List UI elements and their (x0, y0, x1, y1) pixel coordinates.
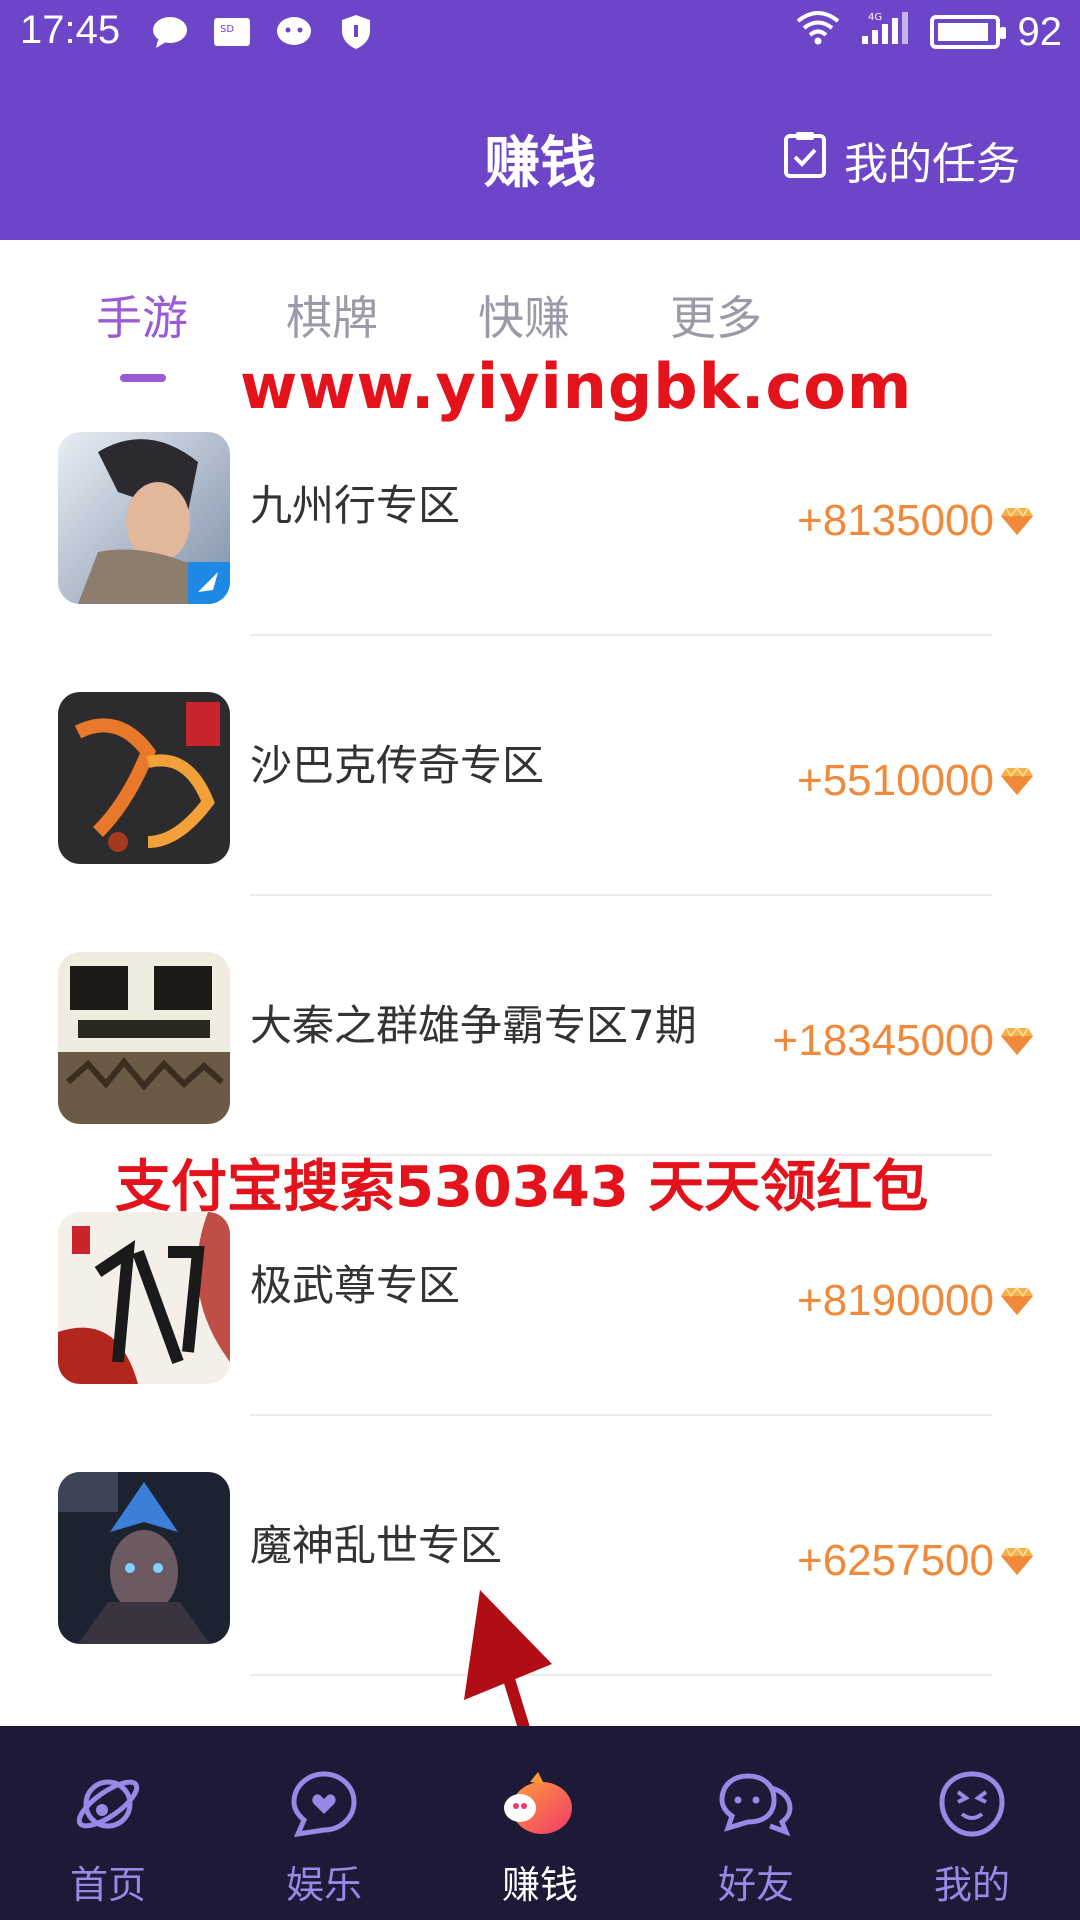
divider (250, 894, 992, 896)
nav-label: 赚钱 (501, 1863, 578, 1907)
wifi-icon (794, 9, 842, 55)
nav-home[interactable]: 首页 (0, 1726, 216, 1920)
tab-board-games[interactable]: 棋牌 (286, 282, 378, 348)
notification-icons: SD (148, 12, 378, 52)
tab-mobile-games[interactable]: 手游 (96, 282, 188, 348)
list-item[interactable]: 九州行专区 +8135000 (0, 420, 1080, 680)
reward-amount: +18345000 (772, 1016, 994, 1065)
watermark-url: www.yiyingbk.com (240, 350, 913, 423)
diamond-icon (1000, 1546, 1034, 1576)
watermark-promo: 支付宝搜索530343 天天领红包 (115, 1155, 929, 1220)
reward-amount: +6257500 (797, 1536, 994, 1585)
nav-label: 首页 (69, 1863, 146, 1907)
planet-icon (68, 1764, 148, 1844)
tab-more[interactable]: 更多 (670, 282, 762, 348)
diamond-icon (1000, 766, 1034, 796)
diamond-icon (1000, 1286, 1034, 1316)
diamond-icon (1000, 506, 1034, 536)
sd-card-icon: SD (210, 12, 254, 52)
message-bubble-icon (148, 12, 192, 52)
wechat-icon (272, 12, 316, 52)
list-item[interactable]: 极武尊专区 +8190000 (0, 1200, 1080, 1460)
svg-text:SD: SD (220, 24, 234, 35)
nav-label: 娱乐 (285, 1863, 362, 1907)
divider (250, 634, 992, 636)
nav-profile[interactable]: 我的 (864, 1726, 1080, 1920)
my-tasks-label: 我的任务 (844, 139, 1020, 190)
nav-earn[interactable]: 赚钱 (432, 1726, 648, 1920)
game-title: 极武尊专区 (250, 1261, 461, 1310)
piggy-bank-icon (500, 1764, 580, 1844)
clipboard-check-icon (782, 130, 828, 191)
svg-text:4G: 4G (868, 12, 882, 23)
tab-quick-earn[interactable]: 快赚 (478, 282, 570, 348)
top-bar: 17:45 SD 4G 92 赚钱 我的任务 (0, 0, 1080, 240)
my-tasks-button[interactable]: 我的任务 (782, 128, 1020, 192)
divider (250, 1414, 992, 1416)
game-title: 魔神乱世专区 (250, 1521, 503, 1570)
nav-label: 我的 (933, 1863, 1010, 1907)
game-title: 沙巴克传奇专区 (250, 741, 545, 790)
divider (250, 1674, 992, 1676)
game-title: 大秦之群雄争霸专区7期 (250, 1001, 697, 1050)
diamond-icon (1000, 1026, 1034, 1056)
reward-amount: +8190000 (797, 1276, 994, 1325)
status-bar: 17:45 SD 4G 92 (0, 0, 1080, 66)
nav-friends[interactable]: 好友 (648, 1726, 864, 1920)
reward-amount: +8135000 (797, 496, 994, 545)
nav-entertainment[interactable]: 娱乐 (216, 1726, 432, 1920)
game-thumbnail (58, 432, 230, 604)
friends-chat-icon (716, 1764, 796, 1844)
battery-level: 92 (1017, 9, 1063, 54)
shield-icon (334, 12, 378, 52)
battery-icon (929, 15, 1006, 49)
bottom-navigation: 首页 娱乐 赚钱 好友 我的 (0, 1726, 1080, 1920)
game-thumbnail (58, 952, 230, 1124)
active-tab-indicator (120, 374, 166, 382)
reward-amount: +5510000 (797, 756, 994, 805)
game-thumbnail (58, 1212, 230, 1384)
game-title: 九州行专区 (250, 481, 461, 530)
smiley-face-icon (932, 1764, 1012, 1844)
game-thumbnail (58, 692, 230, 864)
game-thumbnail (58, 1472, 230, 1644)
chat-heart-icon (284, 1764, 364, 1844)
status-time: 17:45 (20, 8, 121, 52)
list-item[interactable]: 沙巴克传奇专区 +5510000 (0, 680, 1080, 940)
status-right: 4G 92 (794, 8, 1063, 56)
signal-4g-icon: 4G (860, 8, 912, 56)
nav-label: 好友 (717, 1863, 794, 1907)
